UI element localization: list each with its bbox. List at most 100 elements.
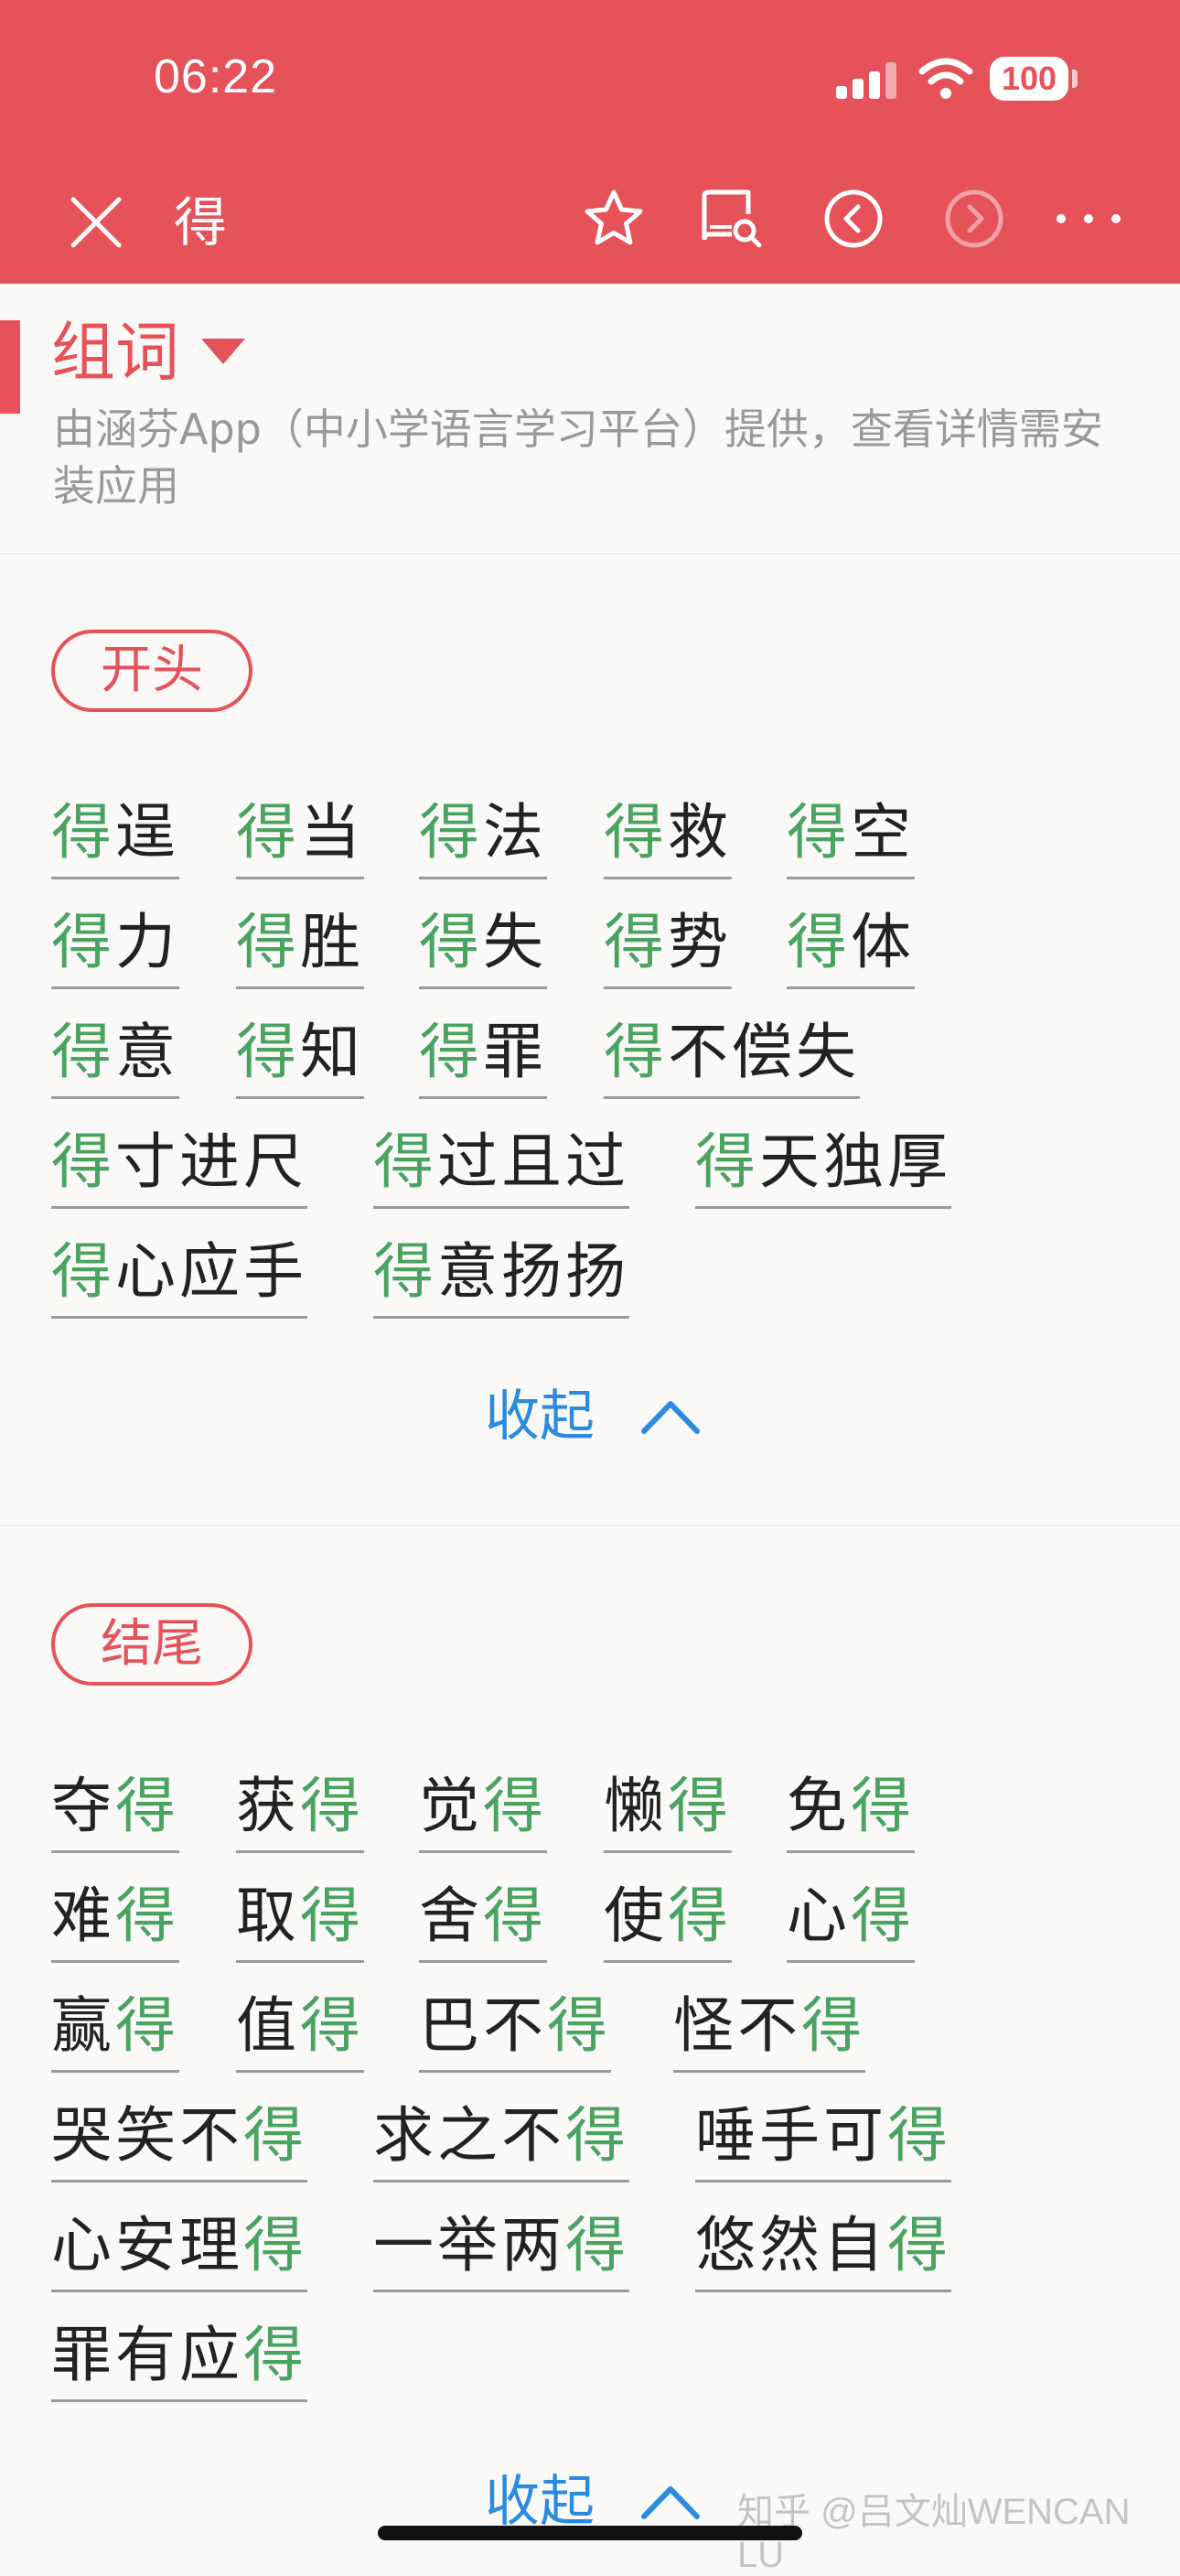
cellular-signal-icon	[836, 62, 896, 99]
collapse-label: 收起	[485, 1385, 595, 1449]
headword-part: 得	[51, 797, 115, 868]
word-chip[interactable]: 觉得	[419, 1768, 547, 1853]
word-chip[interactable]: 罪有应得	[51, 2317, 307, 2402]
word-chip[interactable]: 得胜	[236, 904, 364, 989]
close-icon[interactable]	[64, 190, 128, 254]
headword-part: 得	[300, 1771, 364, 1841]
dropdown-triangle-icon[interactable]	[199, 335, 247, 368]
word-chip[interactable]: 值得	[236, 1988, 364, 2073]
headword-part: 得	[787, 797, 851, 868]
headword-part: 得	[419, 797, 483, 868]
word-chip[interactable]: 巴不得	[419, 1988, 611, 2073]
word-chip[interactable]: 怪不得	[673, 1988, 865, 2073]
word-chip[interactable]: 赢得	[51, 1988, 179, 2073]
next-chevron-icon[interactable]	[942, 187, 1006, 251]
word-part: 心安理	[51, 2210, 243, 2280]
word-part: 舍	[419, 1881, 483, 1951]
word-chip[interactable]: 得势	[604, 904, 732, 989]
word-chip[interactable]: 得体	[787, 904, 915, 989]
word-part: 失	[483, 907, 547, 977]
word-part: 体	[851, 907, 915, 977]
headword-part: 得	[51, 1236, 115, 1307]
headword-part: 得	[115, 1990, 179, 2061]
word-chip[interactable]: 哭笑不得	[51, 2097, 307, 2183]
headword-part: 得	[373, 1126, 437, 1197]
app-header: 06:22 100 得	[0, 0, 1180, 284]
word-chip[interactable]: 得失	[419, 904, 547, 989]
word-chip[interactable]: 使得	[604, 1878, 732, 1963]
book-search-icon[interactable]	[699, 187, 763, 251]
word-part: 当	[300, 797, 364, 868]
word-chip[interactable]: 懒得	[604, 1768, 732, 1853]
word-part: 怪不	[673, 1990, 801, 2061]
word-chip[interactable]: 夺得	[51, 1768, 179, 1853]
word-chip[interactable]: 得力	[51, 904, 179, 989]
word-chip[interactable]: 难得	[51, 1878, 179, 1963]
headword-part: 得	[419, 907, 483, 977]
battery-indicator: 100	[990, 57, 1068, 101]
word-chip[interactable]: 取得	[236, 1878, 364, 1963]
word-chip[interactable]: 得意	[51, 1014, 179, 1099]
word-part: 悠然自	[695, 2210, 887, 2280]
word-chip[interactable]: 心得	[787, 1878, 915, 1963]
word-chip[interactable]: 得寸进尺	[51, 1124, 307, 1209]
word-chip[interactable]: 心安理得	[51, 2207, 307, 2292]
word-chip[interactable]: 悠然自得	[695, 2207, 951, 2292]
word-chip[interactable]: 得罪	[419, 1014, 547, 1099]
word-chip[interactable]: 免得	[787, 1768, 915, 1853]
chevron-up-icon	[641, 2486, 700, 2519]
word-chip[interactable]: 得法	[419, 794, 547, 879]
word-chip[interactable]: 得意扬扬	[373, 1234, 629, 1319]
word-chip[interactable]: 得天独厚	[695, 1124, 951, 1209]
headword-part: 得	[243, 2210, 307, 2280]
prev-chevron-icon[interactable]	[821, 187, 885, 251]
word-chip[interactable]: 得过且过	[373, 1124, 629, 1209]
word-part: 难	[51, 1881, 115, 1951]
word-part: 力	[115, 907, 179, 977]
headword-part: 得	[604, 1017, 668, 1087]
headword-part: 得	[236, 797, 300, 868]
headword-part: 得	[51, 1017, 115, 1087]
headword-part: 得	[300, 1881, 364, 1951]
star-icon[interactable]	[582, 187, 646, 251]
word-part: 罪	[483, 1017, 547, 1087]
headword-part: 得	[243, 2100, 307, 2171]
headword-part: 得	[483, 1771, 547, 1841]
headword-part: 得	[483, 1881, 547, 1951]
collapse-label: 收起	[485, 2470, 595, 2534]
word-chip[interactable]: 得救	[604, 794, 732, 879]
word-part: 一举两	[373, 2210, 565, 2280]
word-part: 空	[851, 797, 915, 868]
word-chip[interactable]: 一举两得	[373, 2207, 629, 2292]
word-chip[interactable]: 求之不得	[373, 2097, 629, 2183]
headword-part: 得	[565, 2210, 629, 2280]
word-chip[interactable]: 得不偿失	[604, 1014, 860, 1099]
chevron-up-icon	[641, 1401, 700, 1434]
word-part: 不偿失	[668, 1017, 860, 1087]
battery-tip	[1072, 70, 1078, 88]
word-part: 寸进尺	[115, 1126, 307, 1197]
section-title[interactable]: 组词	[51, 313, 179, 392]
word-chip[interactable]: 得逞	[51, 794, 179, 879]
collapse-button-start[interactable]: 收起	[485, 1380, 700, 1453]
headword-part: 得	[236, 1017, 300, 1087]
word-part: 觉	[419, 1771, 483, 1841]
more-icon[interactable]	[1052, 187, 1125, 251]
word-part: 赢	[51, 1990, 115, 2061]
headword-part: 得	[565, 2100, 629, 2171]
headword-part: 得	[851, 1771, 915, 1841]
word-chip[interactable]: 得心应手	[51, 1234, 307, 1319]
headword-part: 得	[604, 907, 668, 977]
word-chip[interactable]: 获得	[236, 1768, 364, 1853]
word-part: 哭笑不	[51, 2100, 243, 2171]
word-chip[interactable]: 得空	[787, 794, 915, 879]
word-part: 意	[115, 1017, 179, 1087]
word-chip[interactable]: 得当	[236, 794, 364, 879]
word-part: 免	[787, 1771, 851, 1841]
word-chip[interactable]: 舍得	[419, 1878, 547, 1963]
headword-part: 得	[695, 1126, 759, 1197]
group-label-start: 开头	[51, 630, 252, 712]
word-chip[interactable]: 得知	[236, 1014, 364, 1099]
word-chip[interactable]: 唾手可得	[695, 2097, 951, 2183]
section-marker	[0, 320, 20, 414]
